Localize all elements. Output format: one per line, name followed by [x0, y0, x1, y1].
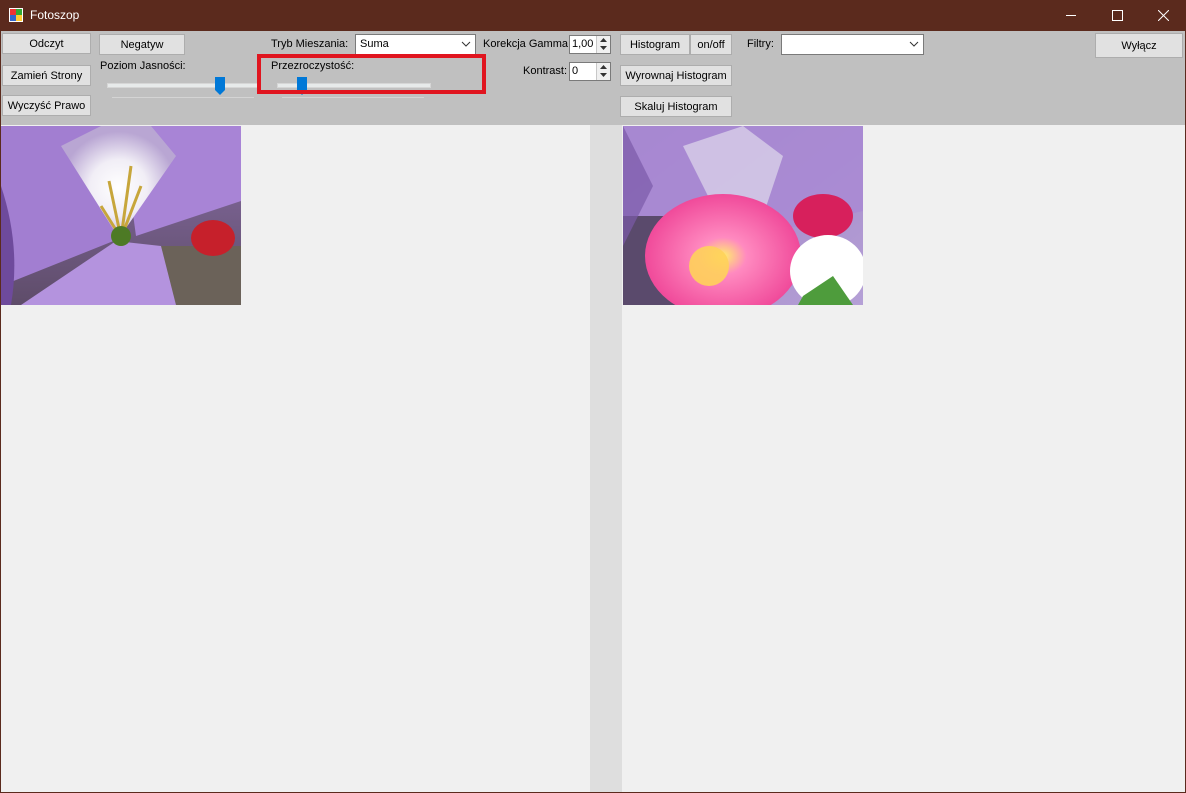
spin-up-icon[interactable]	[600, 65, 607, 69]
contrast-value: 0	[572, 65, 579, 77]
title-bar[interactable]: Fotoszop	[0, 0, 1186, 31]
transparency-slider-ticks	[282, 97, 424, 98]
dropdown-arrow-icon	[909, 41, 919, 47]
gamma-updown[interactable]	[596, 36, 610, 53]
minimize-icon	[1065, 15, 1076, 16]
app-window: Fotoszop Odczyt Negatyw Zamień Strony Wy…	[0, 0, 1186, 793]
spin-down-icon[interactable]	[600, 46, 607, 50]
brightness-slider-ticks	[112, 97, 254, 98]
gamma-label: Korekcja Gamma:	[483, 38, 572, 50]
gamma-stepper[interactable]: 1,00	[569, 35, 611, 54]
contrast-label: Kontrast:	[523, 65, 568, 77]
spin-up-icon[interactable]	[600, 38, 607, 42]
maximize-button[interactable]	[1094, 0, 1140, 31]
histogram-toggle-button[interactable]: on/off	[690, 34, 732, 55]
client-area: Odczyt Negatyw Zamień Strony Wyczyść Pra…	[1, 31, 1185, 792]
window-title: Fotoszop	[30, 8, 80, 22]
close-button[interactable]	[1140, 0, 1186, 31]
dropdown-arrow-icon	[461, 41, 471, 47]
right-image	[623, 126, 863, 305]
zamien-strony-button[interactable]: Zamień Strony	[2, 65, 91, 86]
annotation-highlight-box	[257, 54, 486, 94]
odczyt-button[interactable]: Odczyt	[2, 33, 91, 54]
brightness-slider-thumb[interactable]	[215, 77, 225, 95]
brightness-label: Poziom Jasności:	[100, 60, 186, 72]
app-icon	[9, 8, 23, 22]
contrast-stepper[interactable]: 0	[569, 62, 611, 81]
contrast-updown[interactable]	[596, 63, 610, 80]
brightness-slider-track[interactable]	[107, 83, 261, 88]
maximize-icon	[1111, 10, 1123, 21]
negatyw-button[interactable]: Negatyw	[99, 34, 185, 55]
filters-label: Filtry:	[747, 38, 774, 50]
scale-histogram-button[interactable]: Skaluj Histogram	[620, 96, 732, 117]
panel-divider	[590, 125, 622, 792]
minimize-button[interactable]	[1048, 0, 1094, 31]
wylacz-button[interactable]: Wyłącz	[1095, 33, 1183, 58]
blend-mode-value: Suma	[360, 38, 389, 50]
histogram-button[interactable]: Histogram	[620, 34, 690, 55]
blend-mode-select[interactable]: Suma	[355, 34, 476, 55]
gamma-value: 1,00	[572, 38, 594, 50]
toolbar: Odczyt Negatyw Zamień Strony Wyczyść Pra…	[1, 31, 1185, 125]
spin-down-icon[interactable]	[600, 73, 607, 77]
filters-select[interactable]	[781, 34, 924, 55]
equalize-histogram-button[interactable]: Wyrownaj Histogram	[620, 65, 732, 86]
close-icon	[1157, 10, 1169, 21]
left-image	[1, 126, 241, 305]
wyczysc-prawo-button[interactable]: Wyczyść Prawo	[2, 95, 91, 116]
blend-mode-label: Tryb Mieszania:	[271, 38, 349, 50]
